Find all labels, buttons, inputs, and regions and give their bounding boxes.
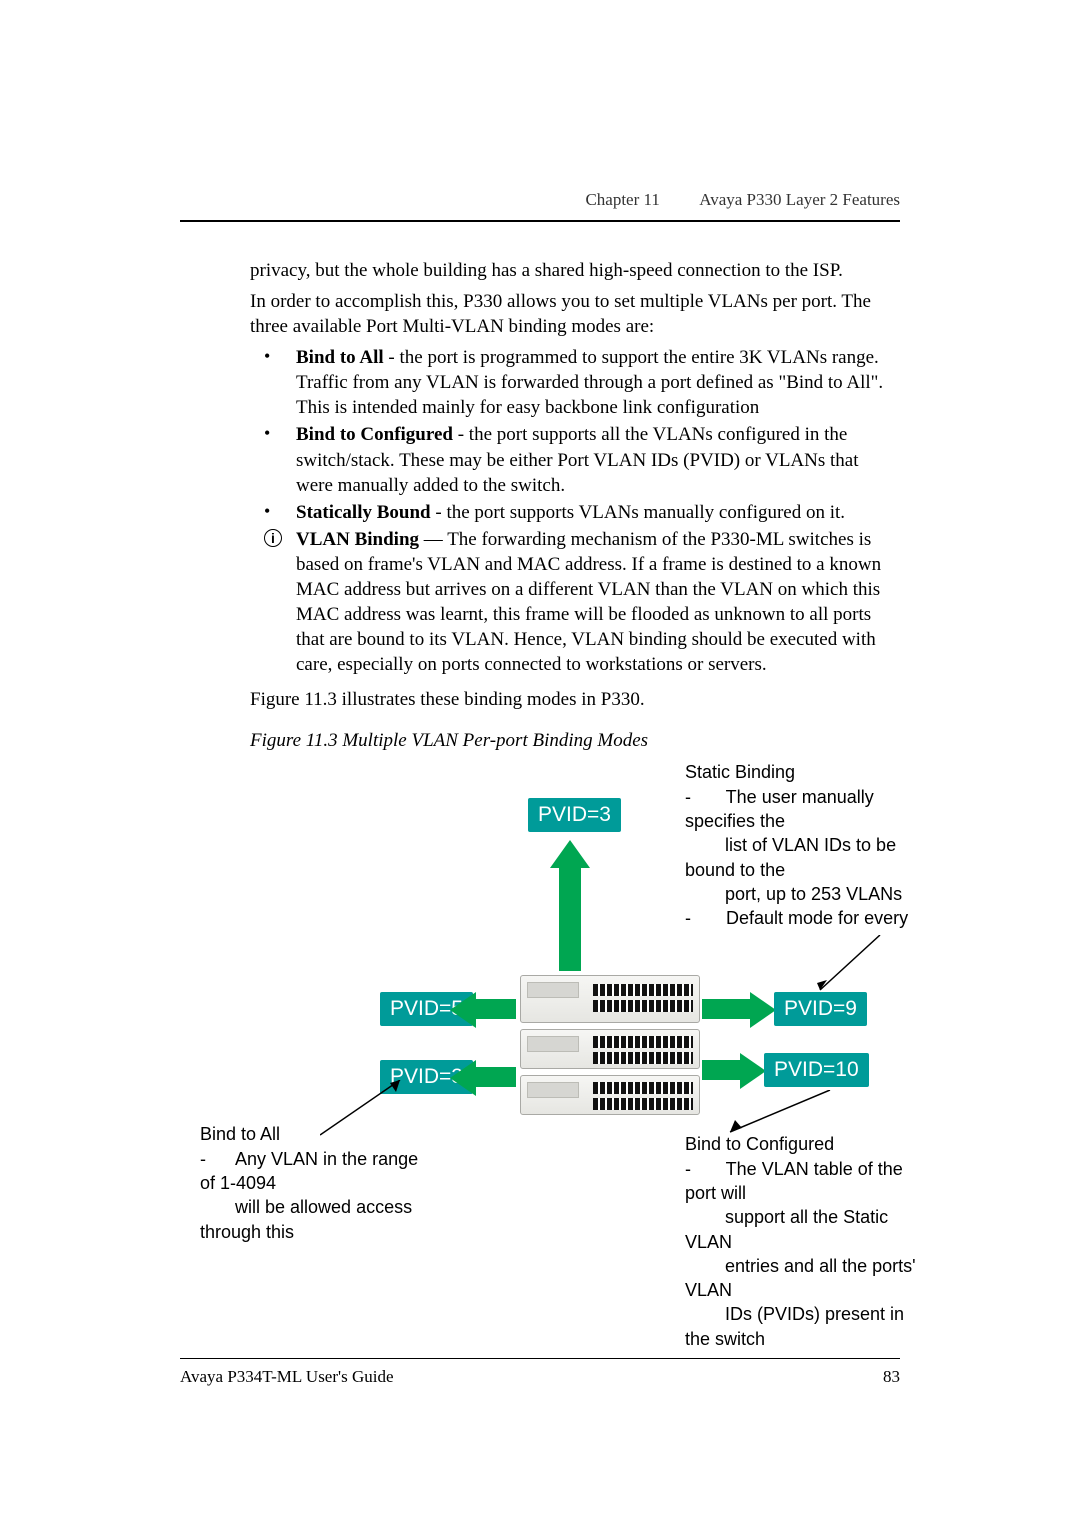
arrow-body	[470, 1067, 516, 1087]
arrow-left-icon	[450, 1060, 476, 1096]
arrow-body	[470, 999, 516, 1019]
list-item-tail: - the port supports VLANs manually confi…	[431, 502, 845, 523]
bullet-icon: •	[264, 345, 270, 369]
switch-unit	[520, 1029, 700, 1069]
chapter-title: Avaya P330 Layer 2 Features	[699, 190, 900, 209]
list-item-bold: Statically Bound	[296, 502, 431, 523]
page-footer: Avaya P334T-ML User's Guide 83	[180, 1358, 900, 1387]
list-item: • Statically Bound - the port supports V…	[296, 500, 900, 525]
list-item: • Bind to Configured - the port supports…	[296, 422, 900, 497]
list-item-bold: Bind to Configured	[296, 424, 453, 445]
arrow-right-icon	[740, 1053, 766, 1089]
list-item: • Bind to All - the port is programmed t…	[296, 345, 900, 420]
body-text-block: privacy, but the whole building has a sh…	[180, 258, 900, 339]
paragraph: Figure 11.3 illustrates these binding mo…	[250, 687, 900, 712]
page-number: 83	[883, 1367, 900, 1387]
arrow-body	[702, 1060, 742, 1080]
paragraph: In order to accomplish this, P330 allows…	[250, 289, 900, 339]
switch-unit	[520, 975, 700, 1023]
paragraph: privacy, but the whole building has a sh…	[250, 258, 900, 283]
arrow-up-body	[559, 866, 581, 971]
list-item-bold: VLAN Binding	[296, 529, 419, 550]
pvid-right-upper: PVID=9	[774, 992, 867, 1026]
arrow-body	[702, 999, 752, 1019]
list-item-bold: Bind to All	[296, 347, 384, 368]
pvid-right-lower: PVID=10	[764, 1053, 869, 1087]
leader-line	[810, 935, 890, 995]
bullet-list: • Bind to All - the port is programmed t…	[250, 345, 900, 677]
info-icon: i	[264, 529, 282, 547]
list-item-tail: — The forwarding mechanism of the P330-M…	[296, 529, 881, 675]
figure-caption: Figure 11.3 Multiple VLAN Per-port Bindi…	[250, 730, 900, 752]
running-head: Chapter 11 Avaya P330 Layer 2 Features	[180, 190, 900, 222]
arrow-up-icon	[550, 840, 590, 868]
footer-title: Avaya P334T-ML User's Guide	[180, 1367, 394, 1387]
figure-diagram: Static Binding - The user manually speci…	[110, 760, 900, 1330]
arrow-right-icon	[750, 992, 776, 1028]
arrow-left-icon	[450, 992, 476, 1028]
list-item-tail: - the port is programmed to support the …	[296, 347, 883, 418]
bullet-icon: •	[264, 500, 270, 524]
annot-static-binding: Static Binding - The user manually speci…	[685, 760, 908, 930]
chapter-label: Chapter 11	[585, 190, 659, 209]
annot-bind-configured: Bind to Configured - The VLAN table of t…	[685, 1132, 916, 1351]
bullet-icon: •	[264, 422, 270, 446]
annot-bind-all: Bind to All - Any VLAN in the range of 1…	[200, 1122, 418, 1243]
switch-stack	[520, 975, 700, 1121]
list-item: i VLAN Binding — The forwarding mechanis…	[296, 527, 900, 677]
switch-unit	[520, 1075, 700, 1115]
pvid-top: PVID=3	[528, 798, 621, 832]
